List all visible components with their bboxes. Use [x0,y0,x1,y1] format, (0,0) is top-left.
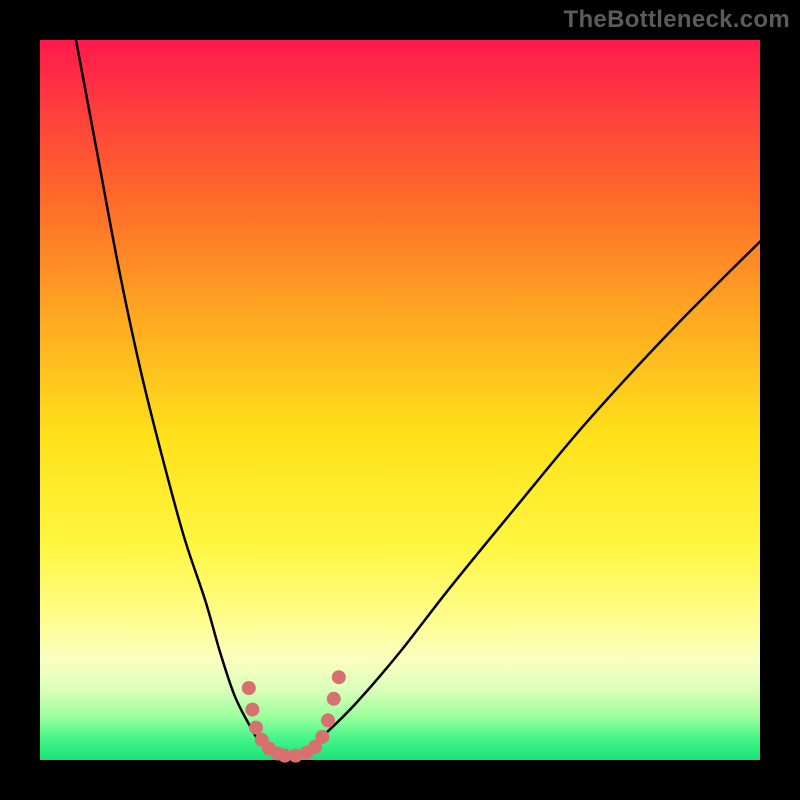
valley-marker [327,692,341,706]
watermark-label: TheBottleneck.com [564,6,790,34]
right-curve [292,242,760,757]
valley-marker [321,713,335,727]
valley-marker [242,681,256,695]
left-curve [76,40,281,756]
valley-marker [315,730,329,744]
valley-marker-group [242,670,346,762]
valley-marker [249,721,263,735]
valley-marker [245,703,259,717]
chart-svg [40,40,760,760]
valley-marker [332,670,346,684]
